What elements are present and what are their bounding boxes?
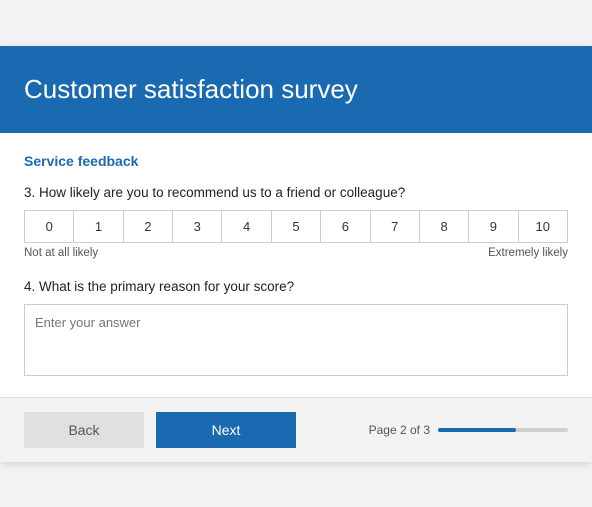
progress-bar-track <box>438 428 568 432</box>
survey-footer: Back Next Page 2 of 3 <box>0 397 592 462</box>
likert-labels: Not at all likely Extremely likely <box>24 247 568 259</box>
survey-header: Customer satisfaction survey <box>0 46 592 133</box>
likert-scale-wrapper: 0 1 2 3 4 5 6 7 8 9 10 Not at all likely… <box>24 210 568 259</box>
likert-label-right: Extremely likely <box>488 247 568 259</box>
likert-option-9[interactable]: 9 <box>469 211 518 242</box>
question-3-text: 3. How likely are you to recommend us to… <box>24 185 568 200</box>
likert-option-8[interactable]: 8 <box>420 211 469 242</box>
likert-option-5[interactable]: 5 <box>272 211 321 242</box>
section-title: Service feedback <box>24 153 568 169</box>
survey-body: Service feedback 3. How likely are you t… <box>0 133 592 397</box>
likert-option-2[interactable]: 2 <box>124 211 173 242</box>
answer-textarea[interactable] <box>24 304 568 376</box>
likert-option-6[interactable]: 6 <box>321 211 370 242</box>
back-button[interactable]: Back <box>24 412 144 448</box>
likert-label-left: Not at all likely <box>24 247 98 259</box>
likert-scale: 0 1 2 3 4 5 6 7 8 9 10 <box>24 210 568 243</box>
likert-option-1[interactable]: 1 <box>74 211 123 242</box>
likert-option-7[interactable]: 7 <box>371 211 420 242</box>
likert-option-0[interactable]: 0 <box>25 211 74 242</box>
page-indicator: Page 2 of 3 <box>308 423 568 437</box>
survey-title: Customer satisfaction survey <box>24 74 568 105</box>
survey-container: Customer satisfaction survey Service fee… <box>0 46 592 462</box>
likert-option-10[interactable]: 10 <box>519 211 567 242</box>
page-label: Page 2 of 3 <box>369 423 430 437</box>
likert-option-3[interactable]: 3 <box>173 211 222 242</box>
next-button[interactable]: Next <box>156 412 296 448</box>
progress-bar-fill <box>438 428 516 432</box>
question-4-text: 4. What is the primary reason for your s… <box>24 279 568 294</box>
likert-option-4[interactable]: 4 <box>222 211 271 242</box>
